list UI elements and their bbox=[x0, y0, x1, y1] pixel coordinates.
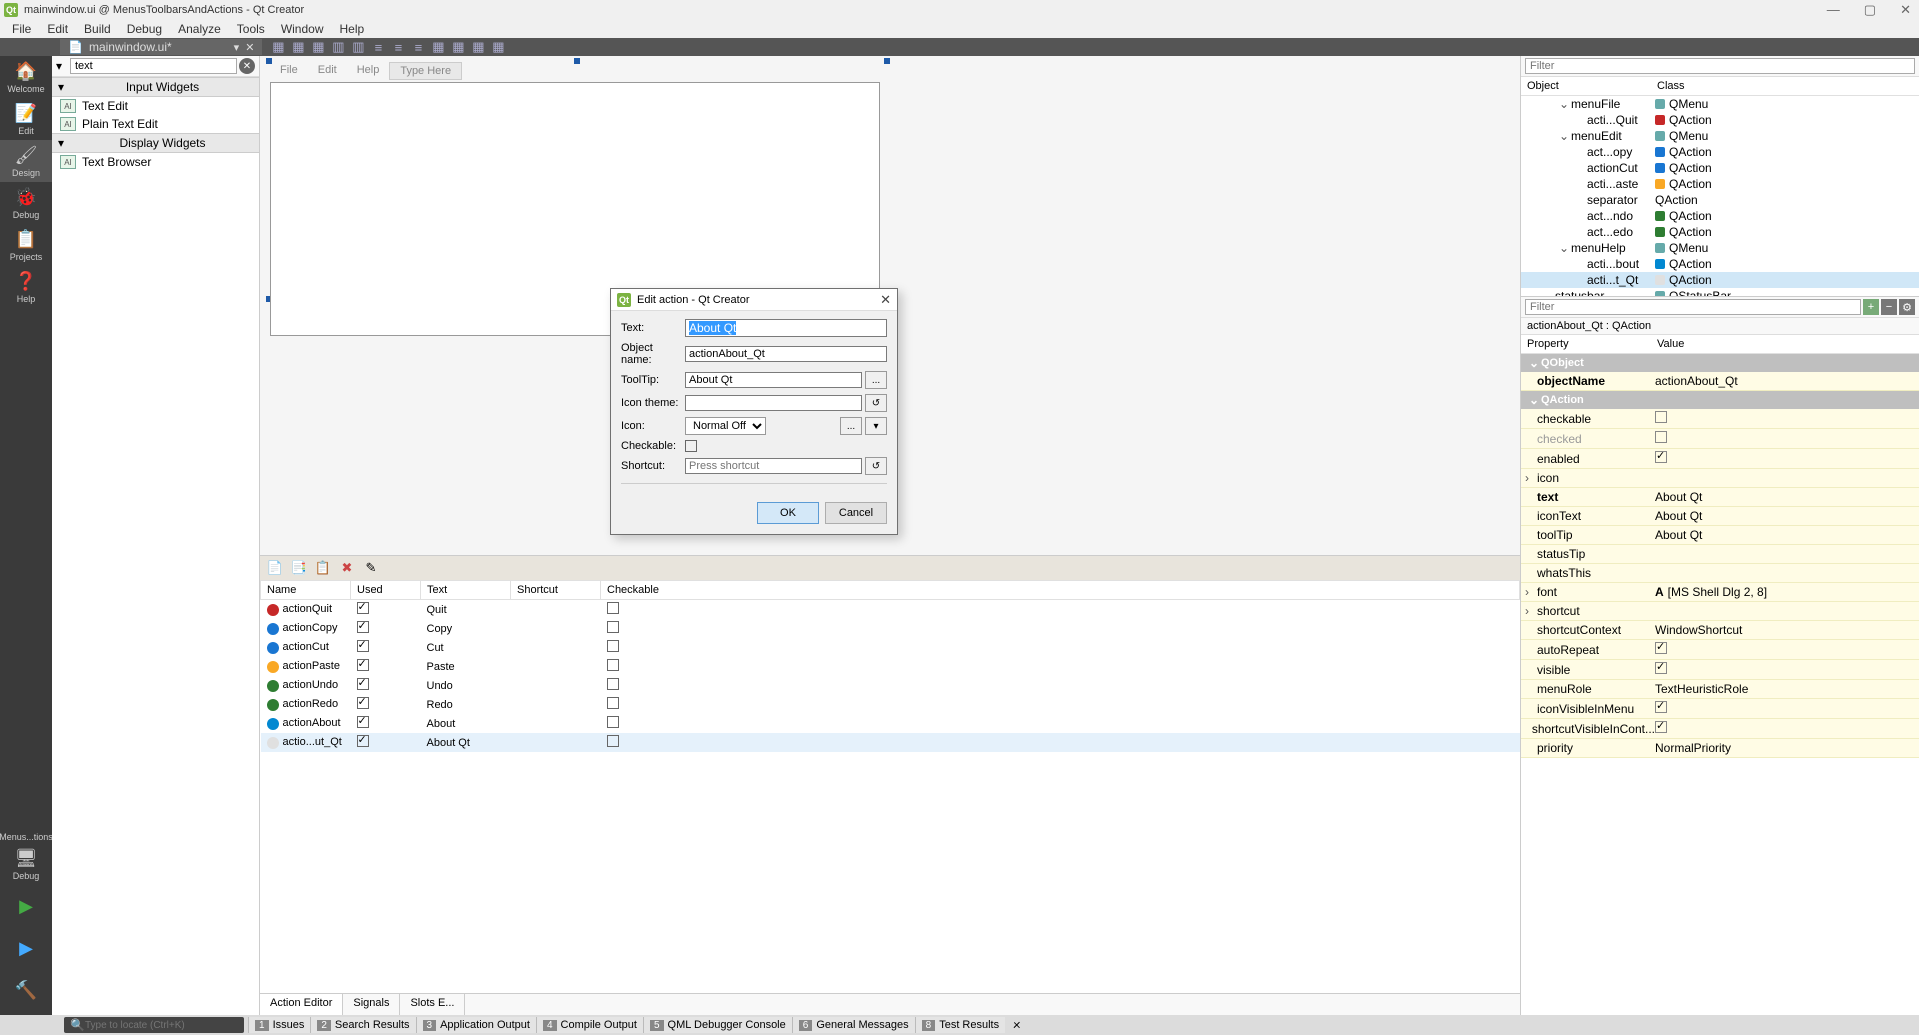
icon-more-button[interactable]: ... bbox=[840, 417, 862, 435]
dialog-close-icon[interactable]: ✕ bbox=[880, 292, 891, 308]
text-input[interactable]: About Qt bbox=[685, 319, 887, 337]
icontheme-input[interactable] bbox=[685, 395, 862, 411]
dialog-overlay: Qt Edit action - Qt Creator ✕ Text: Abou… bbox=[0, 0, 1919, 1035]
label-icontheme: Icon theme: bbox=[621, 397, 685, 409]
cancel-button[interactable]: Cancel bbox=[825, 502, 887, 524]
shortcut-reset-button[interactable]: ↺ bbox=[865, 457, 887, 475]
label-text: Text: bbox=[621, 322, 685, 334]
icon-dropdown-button[interactable]: ▾ bbox=[865, 417, 887, 435]
label-shortcut: Shortcut: bbox=[621, 460, 685, 472]
checkable-checkbox[interactable] bbox=[685, 440, 697, 452]
icontheme-reset-button[interactable]: ↺ bbox=[865, 394, 887, 412]
objectname-input[interactable] bbox=[685, 346, 887, 362]
label-checkable: Checkable: bbox=[621, 440, 685, 452]
edit-action-dialog: Qt Edit action - Qt Creator ✕ Text: Abou… bbox=[610, 288, 898, 535]
ok-button[interactable]: OK bbox=[757, 502, 819, 524]
label-icon: Icon: bbox=[621, 420, 685, 432]
label-tooltip: ToolTip: bbox=[621, 374, 685, 386]
tooltip-more-button[interactable]: ... bbox=[865, 371, 887, 389]
label-objectname: Object name: bbox=[621, 342, 685, 366]
shortcut-input[interactable] bbox=[685, 458, 862, 474]
icon-select[interactable]: Normal Off bbox=[685, 417, 766, 435]
dialog-title: Edit action - Qt Creator bbox=[637, 294, 880, 306]
dialog-icon: Qt bbox=[617, 293, 631, 307]
tooltip-input[interactable] bbox=[685, 372, 862, 388]
